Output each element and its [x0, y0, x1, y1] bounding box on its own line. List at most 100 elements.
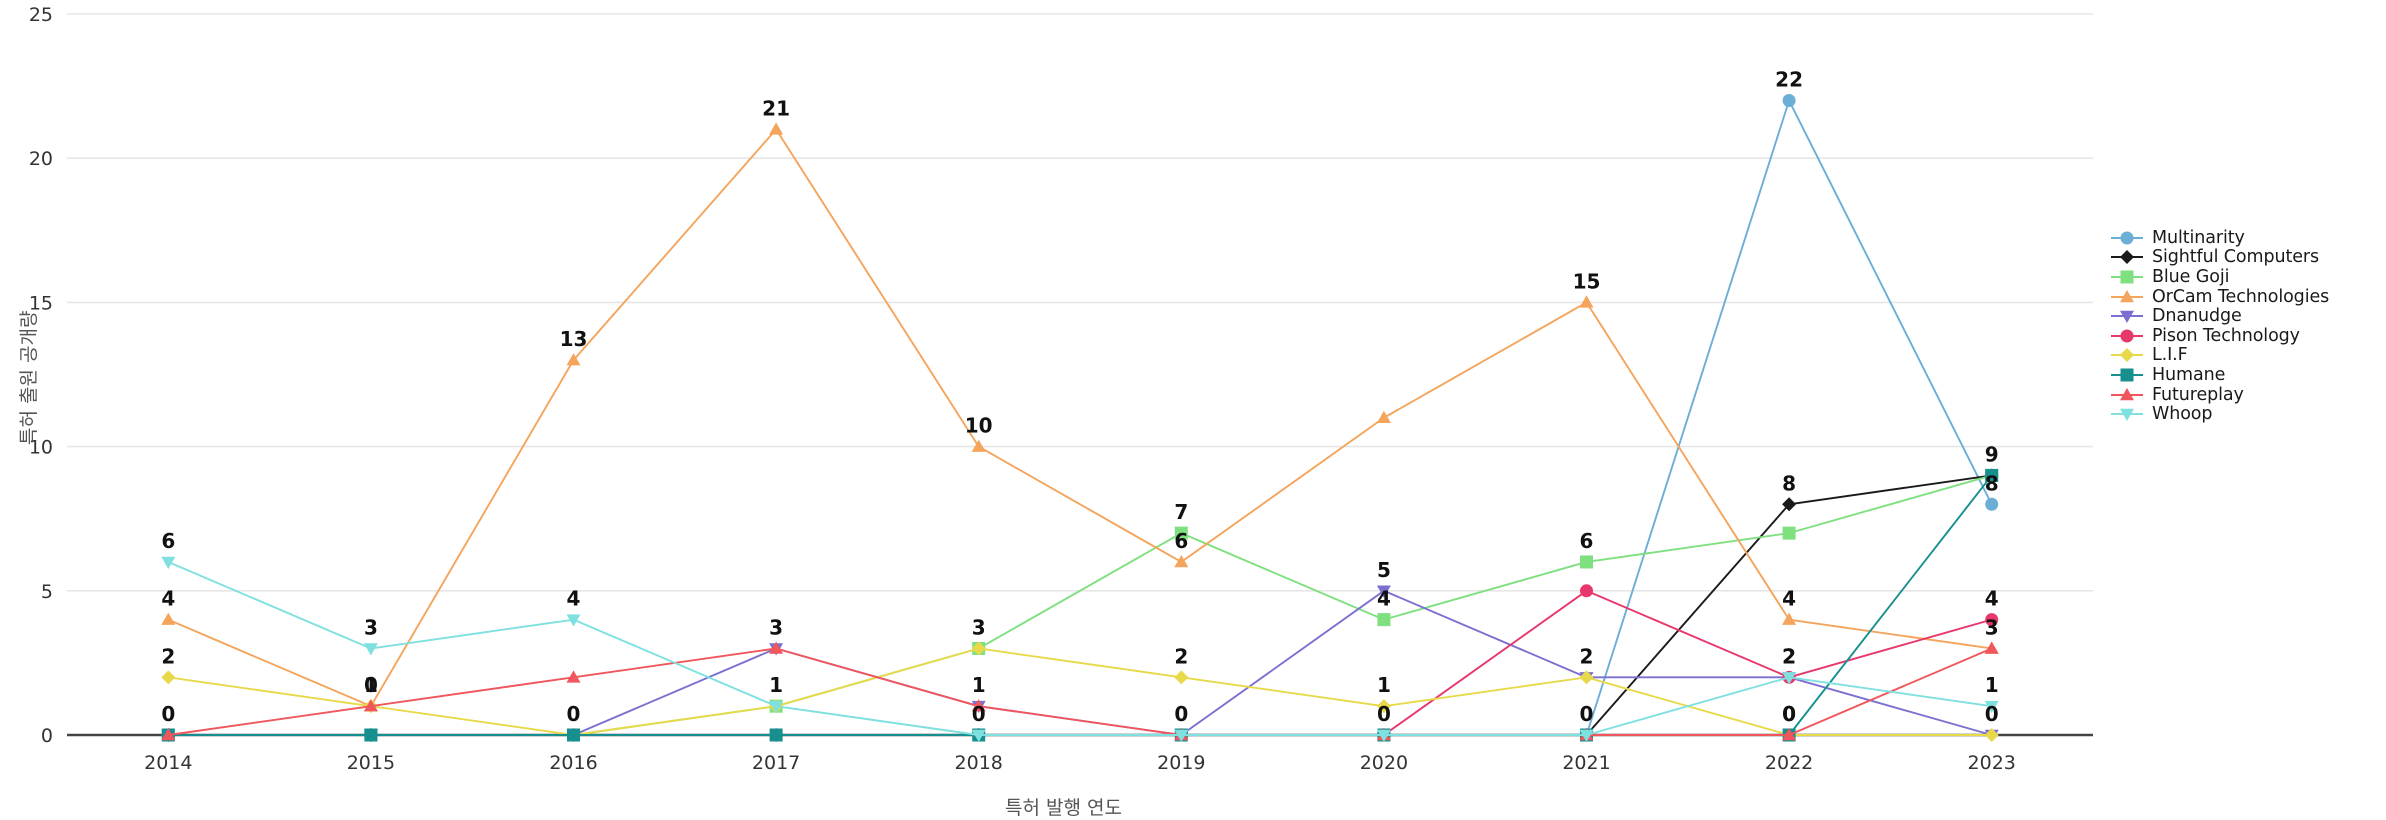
x-tick-label: 2014 — [144, 752, 192, 774]
data-point-label: 6 — [161, 529, 175, 553]
data-point-marker — [1782, 612, 1797, 625]
data-point-label: 2 — [1174, 644, 1188, 668]
legend-item-label: Multinarity — [2152, 227, 2245, 248]
y-tick-label: 20 — [29, 148, 53, 170]
data-point-marker — [161, 670, 176, 685]
data-point-marker — [1174, 670, 1189, 685]
data-point-label: 9 — [1985, 442, 1999, 466]
legend-item-sightful-computers[interactable]: Sightful Computers — [2110, 247, 2386, 267]
legend-marker-icon — [2111, 250, 2143, 265]
legend-item-label: Dnanudge — [2152, 306, 2242, 327]
series-sightful-computers — [161, 468, 1999, 742]
data-point-label: 13 — [560, 327, 588, 351]
legend-item-l-i-f[interactable]: L.I.F — [2110, 345, 2386, 366]
series-l-i-f — [161, 641, 1999, 742]
data-point-label: 2 — [161, 644, 175, 668]
data-point-label: 2 — [1580, 644, 1594, 668]
legend-item-futureplay[interactable]: Futureplay — [2110, 385, 2386, 405]
x-tick-label: 2021 — [1562, 752, 1610, 774]
x-axis-title: 특허 발행 연도 — [1005, 797, 1122, 819]
line-chart-canvas: 05101520252014 2015 2016 2017 2018 2019 2020 20… — [29, 4, 2093, 774]
series-line — [167, 99, 1993, 736]
data-point-label: 4 — [161, 587, 175, 611]
data-point-marker — [161, 556, 176, 569]
data-point-label: 1 — [769, 673, 783, 697]
data-point-label: 15 — [1573, 269, 1601, 293]
series-blue-goji — [161, 468, 1999, 742]
series-futureplay — [161, 641, 1999, 741]
data-point-label: 1 — [972, 673, 986, 697]
data-point-label: 6 — [1580, 529, 1594, 553]
data-point-marker — [1579, 295, 1594, 308]
legend-marker-icon — [2111, 387, 2143, 400]
legend-item-label: Whoop — [2152, 404, 2213, 425]
legend-item-whoop[interactable]: Whoop — [2110, 404, 2386, 424]
legend-item-label: Humane — [2152, 364, 2226, 385]
data-point-label: 3 — [972, 615, 986, 639]
data-point-label: 4 — [567, 587, 581, 611]
data-point-label: 5 — [1377, 558, 1391, 582]
data-point-marker — [1580, 555, 1593, 569]
data-point-marker — [567, 728, 580, 742]
y-tick-label: 5 — [41, 581, 53, 603]
series-line — [167, 647, 1993, 736]
series-line — [167, 647, 1993, 736]
series-line — [167, 561, 1993, 736]
x-tick-label: 2015 — [347, 752, 395, 774]
data-point-label: 21 — [762, 96, 790, 120]
series-multinarity — [161, 94, 1999, 742]
data-point-label: 8 — [1782, 471, 1796, 495]
legend-item-label: Blue Goji — [2152, 266, 2230, 287]
data-point-marker — [2120, 329, 2134, 343]
data-point-marker — [2120, 368, 2134, 382]
data-point-marker — [769, 122, 784, 135]
data-point-marker — [161, 612, 176, 625]
legend-marker-icon — [2111, 289, 2143, 302]
data-point-label: 3 — [364, 615, 378, 639]
data-point-label: 0 — [1174, 702, 1188, 726]
legend-marker-icon — [2111, 348, 2143, 363]
legend-item-label: OrCam Technologies — [2152, 286, 2330, 307]
legend-item-dnanudge[interactable]: Dnanudge — [2110, 306, 2386, 326]
legend-item-blue-goji[interactable]: Blue Goji — [2110, 267, 2386, 287]
legend-item-label: L.I.F — [2152, 345, 2188, 366]
data-point-label: 7 — [1174, 500, 1188, 524]
legend-item-pison-technology[interactable]: Pison Technology — [2110, 326, 2386, 346]
data-point-marker — [364, 728, 378, 742]
legend-item-label: Pison Technology — [2152, 325, 2300, 346]
data-point-label: 10 — [965, 414, 993, 438]
x-tick-label: 2023 — [1968, 752, 2016, 774]
data-point-marker — [2120, 231, 2134, 245]
data-point-label: 0 — [161, 702, 175, 726]
data-point-marker — [769, 728, 783, 742]
data-point-label: 4 — [1377, 587, 1391, 611]
legend-marker-icon — [2111, 231, 2143, 245]
legend-item-label: Futureplay — [2152, 384, 2244, 405]
series-line — [167, 128, 1993, 708]
chart-root: 0 5 10 15 20 25 2014 2015 2016 2017 2018 2019 2020 20… — [0, 0, 2386, 819]
legend-item-humane[interactable]: Humane — [2110, 365, 2386, 385]
data-point-marker — [1376, 410, 1391, 424]
x-tick-label: 2022 — [1765, 752, 1813, 774]
data-point-marker — [2120, 348, 2134, 363]
y-tick-label: 25 — [29, 4, 53, 26]
data-point-label: 3 — [1985, 615, 1999, 639]
data-point-marker — [2120, 270, 2134, 284]
legend-item-multinarity[interactable]: Multinarity — [2110, 228, 2386, 248]
data-point-label: 4 — [1782, 587, 1796, 611]
legend-item-orcam-technologies[interactable]: OrCam Technologies — [2110, 287, 2386, 307]
legend-marker-icon — [2111, 270, 2143, 284]
data-point-marker — [1174, 554, 1189, 568]
legend-marker-icon — [2111, 368, 2143, 382]
data-point-marker — [1580, 584, 1593, 598]
data-point-label: 0 — [1985, 702, 1999, 726]
y-tick-label: 0 — [41, 725, 53, 747]
data-point-label: 0 — [1580, 702, 1594, 726]
y-axis-title: 특허 출원 공개량 — [18, 310, 40, 445]
x-tick-label: 2019 — [1157, 752, 1205, 774]
series-orcam-technologies — [161, 122, 1999, 712]
data-point-label: 3 — [769, 615, 783, 639]
data-point-label: 1 — [1377, 673, 1391, 697]
data-point-marker — [971, 439, 986, 452]
data-point-label: 1 — [1985, 673, 1999, 697]
